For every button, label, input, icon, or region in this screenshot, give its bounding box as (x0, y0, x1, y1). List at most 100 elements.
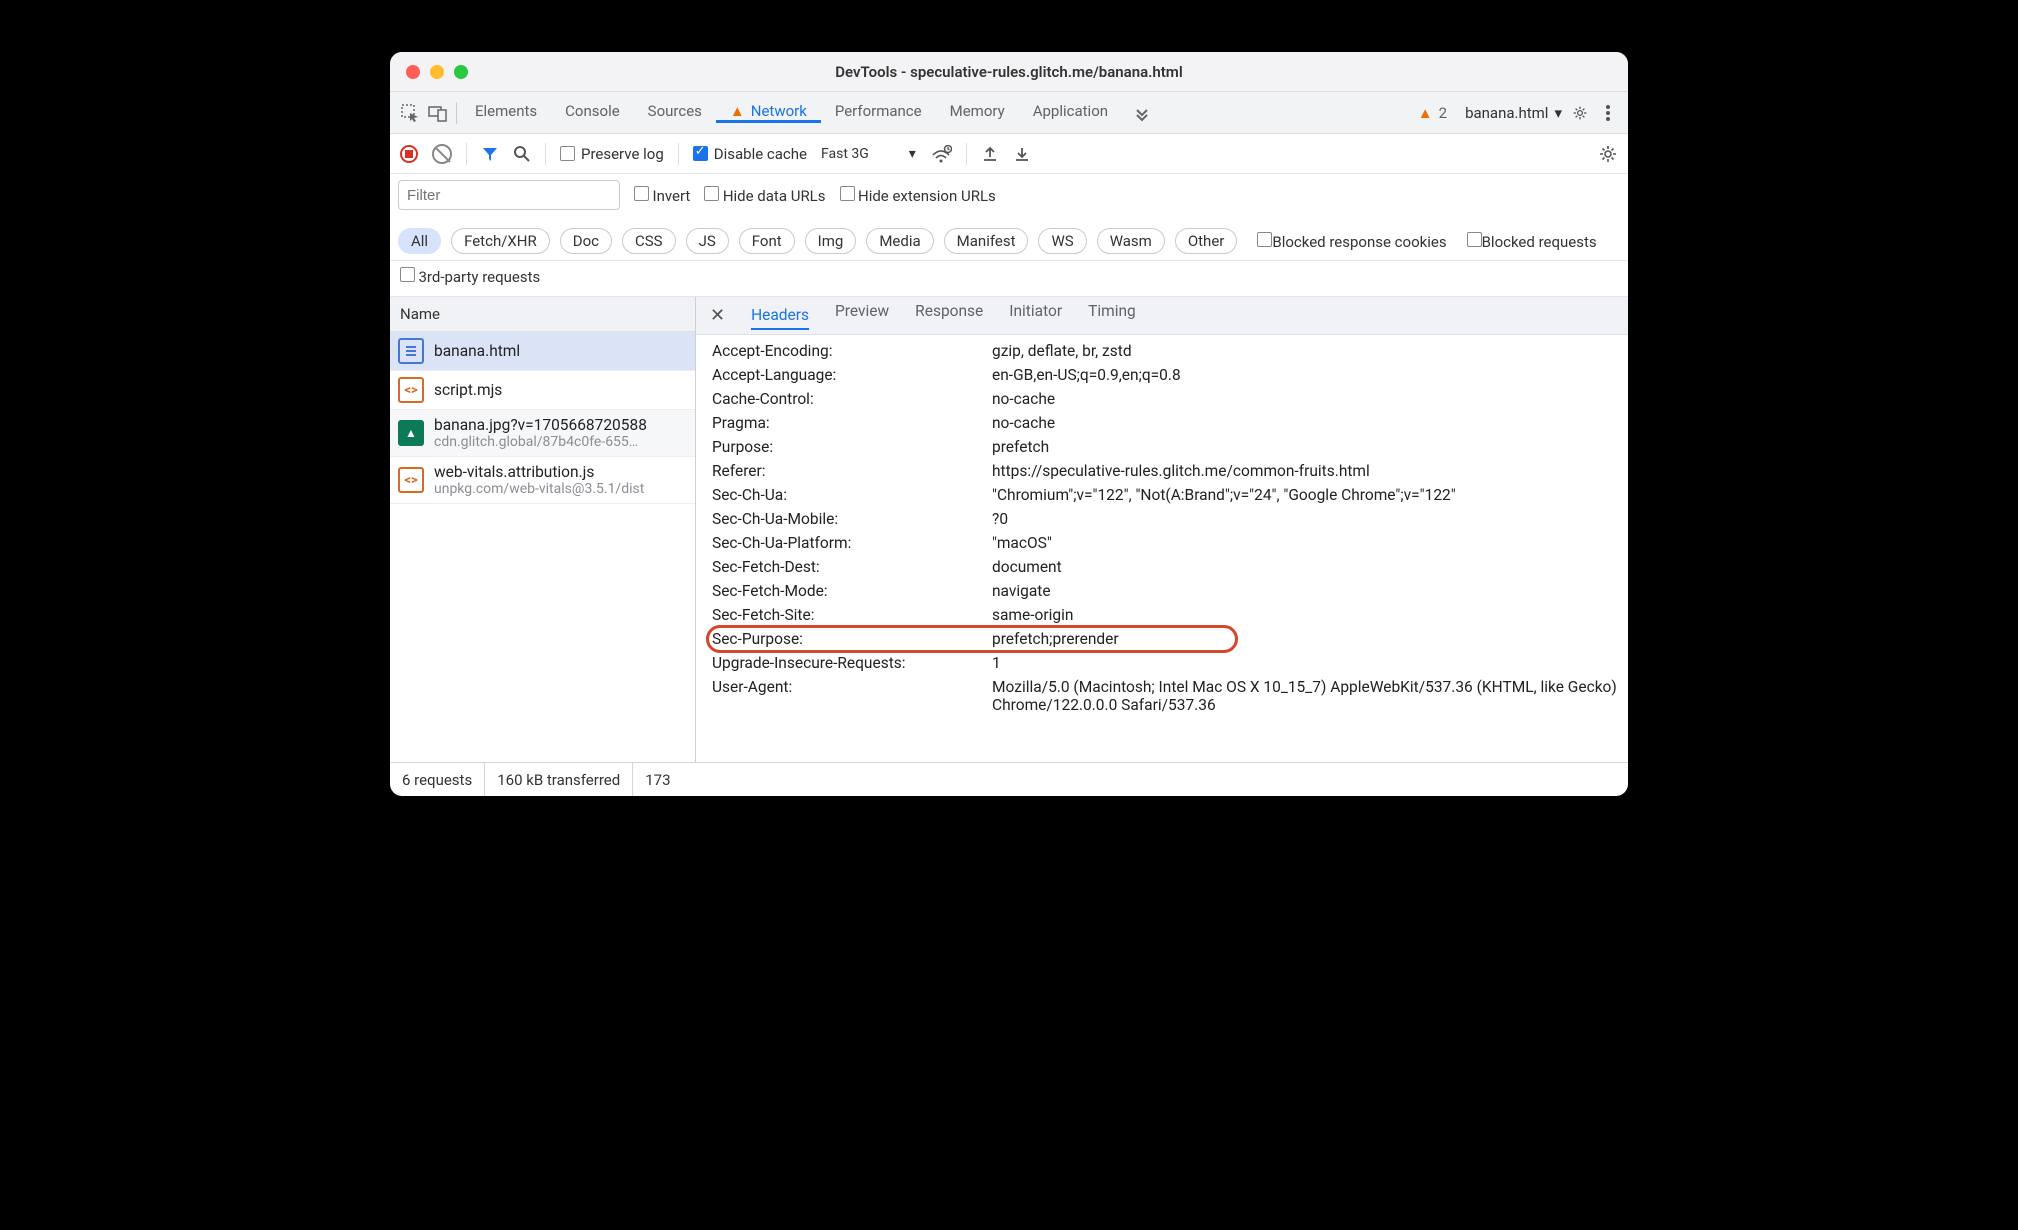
type-filter-manifest[interactable]: Manifest (944, 228, 1029, 254)
header-row: Referer:https://speculative-rules.glitch… (696, 459, 1628, 483)
type-filter-fetchxhr[interactable]: Fetch/XHR (451, 228, 550, 254)
settings-icon[interactable] (1566, 103, 1594, 123)
third-party-toggle[interactable]: 3rd-party requests (400, 267, 540, 286)
panel-settings-icon[interactable] (1598, 144, 1618, 164)
tab-label: Network (751, 102, 807, 120)
tab-network[interactable]: ▲ Network (716, 102, 821, 123)
invert-toggle[interactable]: Invert (634, 186, 690, 205)
filter-toggle-icon[interactable] (481, 145, 499, 163)
close-detail-icon[interactable]: ✕ (706, 305, 729, 326)
header-value: https://speculative-rules.glitch.me/comm… (992, 462, 1628, 480)
request-domain: cdn.glitch.global/87b4c0fe-655… (434, 434, 647, 450)
chevron-down-icon: ▾ (1554, 104, 1562, 122)
kebab-icon[interactable] (1594, 103, 1622, 123)
download-har-icon[interactable] (1013, 145, 1031, 163)
window-title: DevTools - speculative-rules.glitch.me/b… (390, 63, 1628, 81)
tab-application[interactable]: Application (1019, 102, 1122, 120)
minimize-icon[interactable] (430, 65, 444, 79)
network-main: Name banana.html<>script.mjs ▲ banana.jpg?… (390, 297, 1628, 762)
type-filter-media[interactable]: Media (866, 228, 933, 254)
warning-icon: ▲ (730, 102, 745, 120)
filter-input[interactable] (398, 180, 620, 210)
context-selector[interactable]: banana.html ▾ (1461, 104, 1566, 122)
tab-memory[interactable]: Memory (936, 102, 1019, 120)
detail-tabs: ✕ Headers Preview Response Initiator Timing (696, 297, 1628, 335)
preserve-log-toggle[interactable]: Preserve log (560, 145, 664, 163)
header-row: Upgrade-Insecure-Requests:1 (696, 651, 1628, 675)
disable-cache-toggle[interactable]: Disable cache (693, 145, 807, 163)
header-row: Sec-Purpose:prefetch;prerender (696, 627, 1628, 651)
issues-badge[interactable]: ▲ 2 (1404, 92, 1461, 133)
window-controls (406, 65, 468, 79)
context-label: banana.html (1465, 104, 1548, 122)
main-tabs: ElementsConsoleSources ▲ Network Performanc… (390, 92, 1628, 134)
status-resources: 173 (633, 763, 682, 796)
type-filter-img[interactable]: Img (805, 228, 857, 254)
type-filter-doc[interactable]: Doc (560, 228, 612, 254)
close-icon[interactable] (406, 65, 420, 79)
preserve-log-label: Preserve log (581, 145, 664, 163)
type-filter-ws[interactable]: WS (1038, 228, 1086, 254)
header-key: Cache-Control: (712, 390, 992, 408)
blocked-cookies-toggle[interactable]: Blocked response cookies (1257, 232, 1446, 251)
devtools-window: DevTools - speculative-rules.glitch.me/b… (390, 52, 1628, 796)
maximize-icon[interactable] (454, 65, 468, 79)
blocked-requests-toggle[interactable]: Blocked requests (1467, 232, 1597, 251)
clear-button[interactable] (432, 144, 452, 164)
tab-sources[interactable]: Sources (634, 102, 716, 120)
more-tabs-icon[interactable] (1128, 104, 1156, 122)
filter-row: Invert Hide data URLs Hide extension URL… (390, 174, 1628, 261)
script-icon: <> (398, 377, 424, 403)
tab-console[interactable]: Console (551, 102, 634, 120)
network-toolbar: Preserve log Disable cache Fast 3G ▾ (390, 134, 1628, 174)
detail-tab-timing[interactable]: Timing (1088, 302, 1136, 330)
header-value: document (992, 558, 1628, 576)
header-value: "macOS" (992, 534, 1628, 552)
type-filter-js[interactable]: JS (686, 228, 729, 254)
type-filter-font[interactable]: Font (739, 228, 795, 254)
tab-elements[interactable]: Elements (461, 102, 551, 120)
detail-tab-preview[interactable]: Preview (835, 302, 889, 330)
status-requests: 6 requests (390, 763, 485, 796)
request-row[interactable]: banana.html (390, 332, 695, 371)
header-row: Sec-Fetch-Dest:document (696, 555, 1628, 579)
request-row[interactable]: <>script.mjs (390, 371, 695, 410)
header-key: Sec-Fetch-Site: (712, 606, 992, 624)
invert-label: Invert (652, 187, 690, 205)
search-icon[interactable] (513, 145, 531, 163)
inspect-icon[interactable] (396, 103, 424, 123)
detail-tab-initiator[interactable]: Initiator (1009, 302, 1062, 330)
type-filter-all[interactable]: All (398, 228, 441, 254)
image-icon: ▲ (398, 420, 424, 446)
header-row: Purpose:prefetch (696, 435, 1628, 459)
checkbox-label: Blocked response cookies (1272, 233, 1446, 251)
name-column-header[interactable]: Name (390, 297, 695, 332)
warning-icon: ▲ (1418, 104, 1433, 122)
header-key: Pragma: (712, 414, 992, 432)
detail-tab-headers[interactable]: Headers (751, 306, 809, 330)
header-key: Accept-Encoding: (712, 342, 992, 360)
header-value: Mozilla/5.0 (Macintosh; Intel Mac OS X 1… (992, 678, 1628, 714)
record-button[interactable] (400, 145, 418, 163)
type-filter-other[interactable]: Other (1175, 228, 1238, 254)
upload-har-icon[interactable] (981, 145, 999, 163)
request-name: banana.jpg?v=1705668720588 (434, 416, 647, 434)
hide-ext-urls-toggle[interactable]: Hide extension URLs (840, 186, 996, 205)
tab-performance[interactable]: Performance (821, 102, 936, 120)
type-filter-css[interactable]: CSS (622, 228, 676, 254)
detail-tab-response[interactable]: Response (915, 302, 983, 330)
document-icon (398, 338, 424, 364)
request-row[interactable]: ▲ banana.jpg?v=1705668720588cdn.glitch.gl… (390, 410, 695, 457)
network-conditions-icon[interactable] (930, 145, 952, 163)
type-filter-wasm[interactable]: Wasm (1097, 228, 1165, 254)
request-name: web-vitals.attribution.js (434, 463, 644, 481)
checkbox-icon (704, 186, 719, 201)
header-key: Sec-Ch-Ua: (712, 486, 992, 504)
device-icon[interactable] (424, 104, 452, 122)
header-key: Upgrade-Insecure-Requests: (712, 654, 992, 672)
throttling-select[interactable]: Fast 3G ▾ (821, 146, 916, 162)
header-value: prefetch (992, 438, 1628, 456)
hide-data-urls-toggle[interactable]: Hide data URLs (704, 186, 825, 205)
header-value: no-cache (992, 414, 1628, 432)
request-row[interactable]: <>web-vitals.attribution.jsunpkg.com/web… (390, 457, 695, 504)
